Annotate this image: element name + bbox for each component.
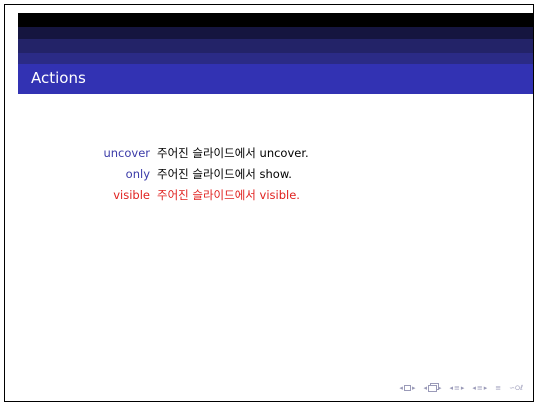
action-description-visible: 주어진 슬라이드에서 visible. xyxy=(157,188,300,202)
frame-icon xyxy=(427,384,437,392)
action-row-visible: visible 주어진 슬라이드에서 visible. xyxy=(5,185,533,206)
actions-description-list: uncover 주어진 슬라이드에서 uncover. only 주어진 슬라이… xyxy=(5,143,533,206)
nav-section-group[interactable]: ◂ ≡ ▸ xyxy=(472,383,487,393)
nav-prev-icon[interactable]: ◂ xyxy=(449,383,453,393)
headline-band-2 xyxy=(18,27,533,39)
action-description-only: 주어진 슬라이드에서 show. xyxy=(157,167,292,181)
headline-band-3 xyxy=(18,39,533,53)
nav-document-group[interactable]: ≡ xyxy=(495,383,501,393)
headline-band-4 xyxy=(18,53,533,64)
nav-subsection-group[interactable]: ◂ ≡ ▸ xyxy=(449,383,464,393)
nav-next-icon[interactable]: ▸ xyxy=(412,383,416,393)
nav-next-icon[interactable]: ▸ xyxy=(438,383,442,393)
navigation-bar: ◂ ▸ ◂ ▸ ◂ ≡ ▸ ◂ ≡ ▸ ≡ ∽୦ℓ xyxy=(399,383,523,393)
action-term-uncover: uncover xyxy=(103,146,150,160)
document-icon[interactable]: ≡ xyxy=(495,383,501,393)
frame-title-bar xyxy=(18,64,533,94)
action-row-uncover: uncover 주어진 슬라이드에서 uncover. xyxy=(5,143,533,164)
action-term-visible: visible xyxy=(113,188,150,202)
action-description-uncover: 주어진 슬라이드에서 uncover. xyxy=(157,146,309,160)
nav-prev-icon[interactable]: ◂ xyxy=(472,383,476,393)
section-icon: ≡ xyxy=(476,384,483,392)
action-row-only: only 주어진 슬라이드에서 show. xyxy=(5,164,533,185)
search-zoom-icon[interactable]: ∽୦ℓ xyxy=(509,383,523,393)
slide: Actions uncover 주어진 슬라이드에서 uncover. only… xyxy=(4,4,534,402)
nav-next-icon[interactable]: ▸ xyxy=(484,383,488,393)
nav-next-icon[interactable]: ▸ xyxy=(461,383,465,393)
frame-title: Actions xyxy=(31,69,86,87)
nav-frame-group[interactable]: ◂ ▸ xyxy=(423,383,441,393)
subsection-icon: ≡ xyxy=(454,384,460,392)
action-term-only: only xyxy=(125,167,150,181)
headline-band-1 xyxy=(18,13,533,27)
slide-icon xyxy=(403,385,411,391)
nav-prev-icon[interactable]: ◂ xyxy=(423,383,427,393)
nav-prev-icon[interactable]: ◂ xyxy=(399,383,403,393)
nav-slide-group[interactable]: ◂ ▸ xyxy=(399,383,415,393)
